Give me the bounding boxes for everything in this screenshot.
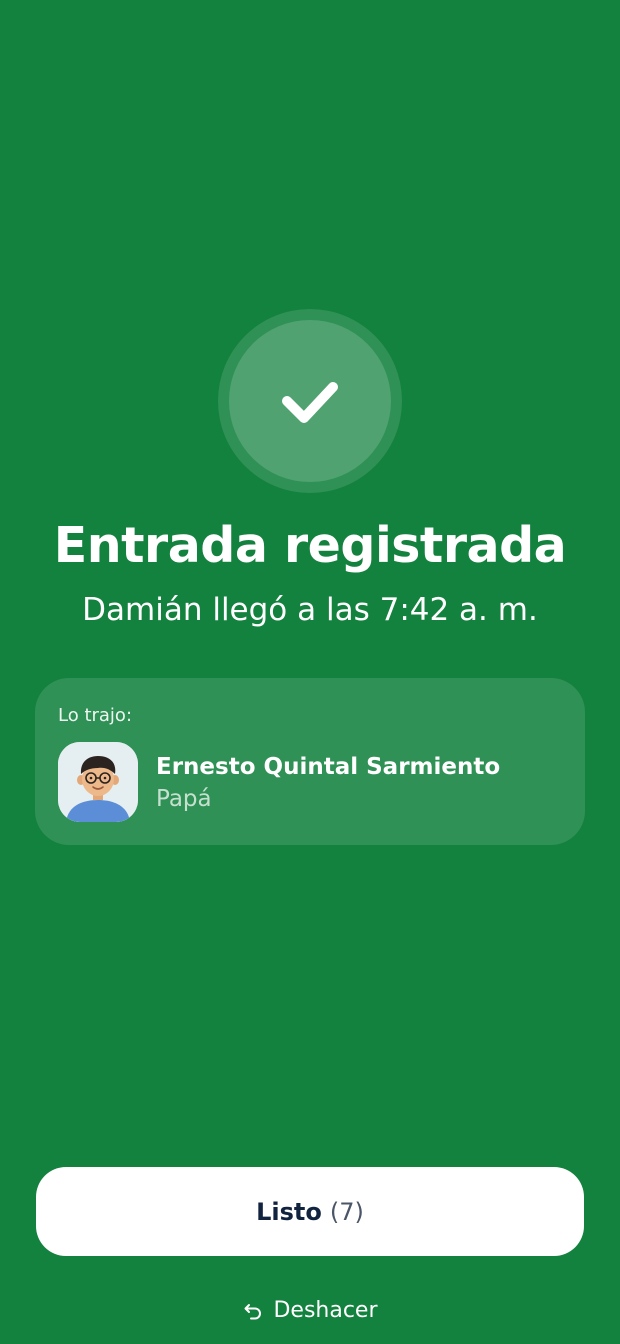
companion-name: Ernesto Quintal Sarmiento xyxy=(156,754,501,780)
done-button-label: Listo xyxy=(256,1197,322,1226)
done-button-count: (7) xyxy=(329,1197,364,1226)
companion-card-label: Lo trajo: xyxy=(58,705,133,726)
arrival-subtitle: Damián llegó a las 7:42 a. m. xyxy=(82,592,538,628)
done-button[interactable]: Listo (7) xyxy=(36,1167,584,1256)
avatar xyxy=(58,742,138,822)
companion-card: Lo trajo: Ernesto Quintal Sarmiento Papá xyxy=(35,678,585,845)
page-title: Entrada registrada xyxy=(53,517,567,574)
undo-icon xyxy=(244,1304,262,1320)
person-illustration xyxy=(58,742,138,822)
companion-relation: Papá xyxy=(156,786,212,812)
undo-label: Deshacer xyxy=(273,1297,378,1323)
undo-button[interactable]: Deshacer xyxy=(0,1293,620,1327)
success-indicator-inner xyxy=(229,320,391,482)
check-icon xyxy=(282,382,338,423)
success-indicator xyxy=(218,309,402,493)
